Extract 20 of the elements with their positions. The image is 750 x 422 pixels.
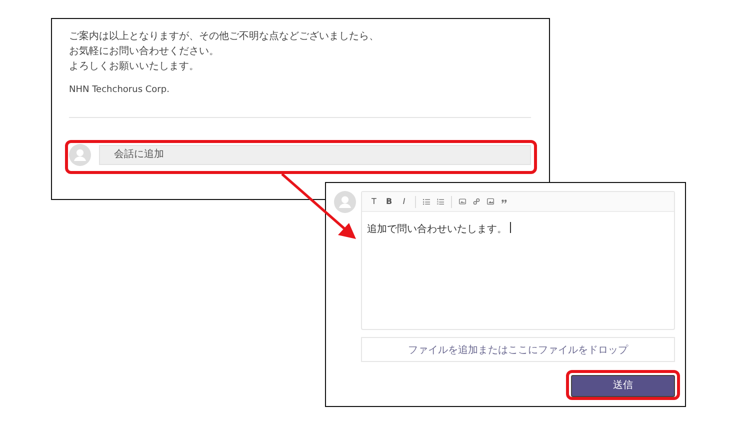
image-icon[interactable] <box>459 198 466 205</box>
format-button[interactable]: B <box>385 197 393 206</box>
numbered-list-icon[interactable] <box>437 198 444 205</box>
format-button[interactable]: I <box>400 197 408 206</box>
message-text: お気軽にお問い合わせください。 <box>69 46 220 57</box>
file-dropzone[interactable]: ファイルを追加またはここにファイルをドロップ <box>361 337 675 362</box>
avatar-icon <box>69 144 91 166</box>
message-text: よろしくお願いいたします。 <box>69 61 200 72</box>
signature-text: NHN Techchorus Corp. <box>69 85 170 96</box>
quote-icon[interactable] <box>501 198 508 205</box>
comment-field[interactable]: 会話に追加 <box>99 145 531 165</box>
picture-icon[interactable] <box>487 198 494 205</box>
format-button[interactable]: T <box>370 197 378 206</box>
text-cursor <box>510 222 511 233</box>
bullet-list-icon[interactable] <box>423 198 430 205</box>
message-text: ご案内は以上となりますが、その他ご不明な点などございましたら、 <box>69 31 380 42</box>
message-input[interactable]: 追加で問い合わせいたします。 <box>362 212 674 329</box>
link-icon[interactable] <box>473 198 480 205</box>
avatar-icon <box>334 191 356 213</box>
send-button[interactable]: 送信 <box>571 375 675 397</box>
